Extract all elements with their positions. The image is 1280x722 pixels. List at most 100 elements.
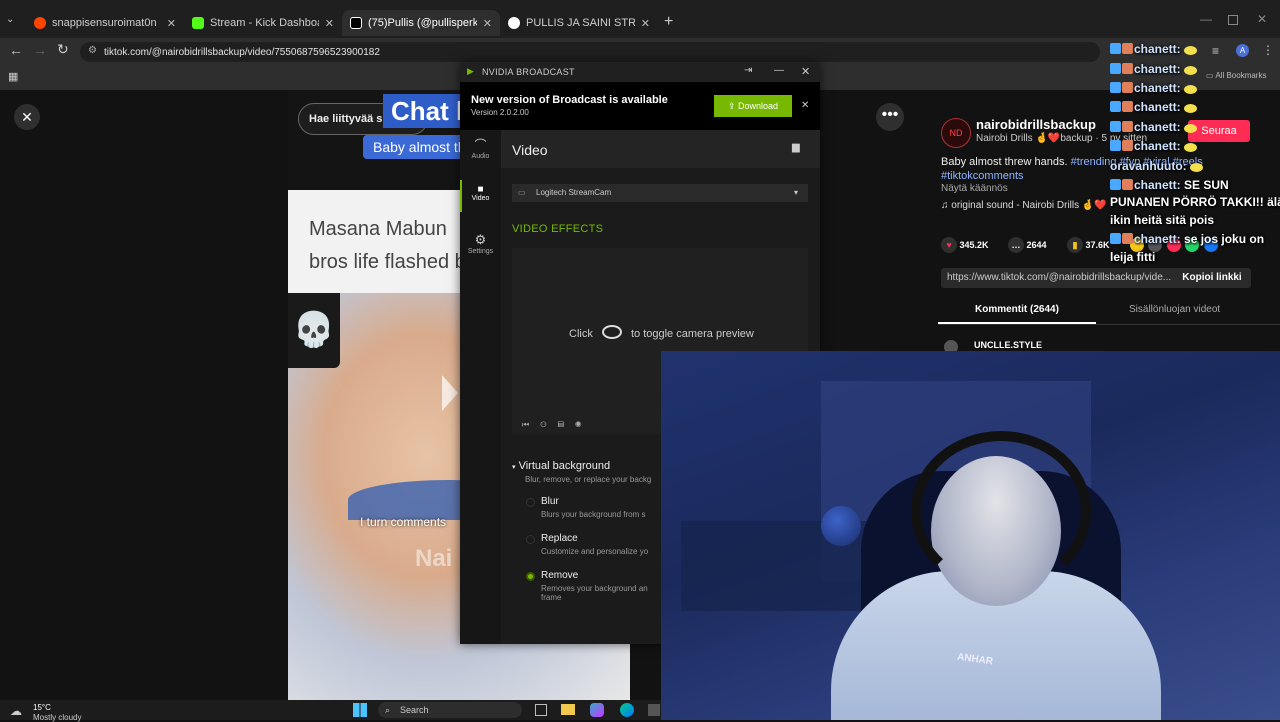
like-button[interactable]: ♥ 345.2K (941, 237, 989, 253)
vb-title: Virtual background (518, 460, 611, 472)
more-options-button[interactable]: ••• (876, 103, 904, 131)
creator-avatar[interactable]: ND (941, 118, 971, 148)
chat-msg: SE SUN (1184, 178, 1229, 192)
folder-icon: ▭ (1206, 71, 1214, 80)
creator-username[interactable]: nairobidrillsbackup (976, 117, 1096, 132)
back-arrow-icon[interactable]: ← (9, 42, 23, 58)
tab-2[interactable]: Stream - Kick Dashboard ✕ (184, 10, 342, 36)
eye-icon[interactable] (601, 325, 622, 339)
device-select[interactable]: ▭ Logitech StreamCam ▾ (512, 184, 808, 202)
copilot-icon[interactable] (590, 703, 604, 717)
nvidia-minimize-icon[interactable]: — (774, 65, 784, 76)
camera-icon: ■ (477, 184, 484, 195)
file-explorer-icon[interactable] (561, 704, 575, 715)
new-tab-plus-icon[interactable]: + (664, 13, 673, 31)
download-button[interactable]: ⇪ Download (714, 95, 792, 117)
close-video-button[interactable]: ✕ (14, 104, 40, 130)
nav-video[interactable]: ■ Video (460, 184, 501, 202)
task-view-icon[interactable] (535, 704, 547, 716)
follow-button[interactable]: Seuraa (1188, 120, 1250, 142)
close-icon[interactable]: ✕ (325, 17, 334, 30)
share-url-field[interactable]: https://www.tiktok.com/@nairobidrillsbac… (941, 268, 1173, 288)
comment-button[interactable]: … 2644 (1008, 237, 1047, 253)
update-version: Version 2.0.2.00 (471, 108, 529, 117)
close-icon[interactable]: ✕ (641, 17, 650, 30)
play-icon[interactable] (442, 375, 458, 411)
comment-username[interactable]: UNCLLE.STYLE (974, 340, 1042, 350)
copy-link-button[interactable]: Kopioi linkki (1173, 268, 1251, 288)
radio-remove-selected[interactable] (526, 572, 535, 581)
ball (821, 506, 861, 546)
menu-kebab-icon[interactable]: ⋮ (1262, 43, 1274, 57)
radio-blur[interactable] (526, 498, 535, 507)
chat-line-2: chanett: (1110, 62, 1197, 76)
share-url-text: https://www.tiktok.com/@nairobidrillsbac… (947, 272, 1172, 283)
url-field[interactable]: ⚙ tiktok.com/@nairobidrillsbackup/video/… (80, 42, 1100, 62)
emote-icon (1183, 104, 1197, 113)
user-badge-icon (1122, 43, 1133, 54)
tab-3[interactable]: (75)Pullis (@pullisperkele) | TikTok ✕ (342, 10, 500, 36)
nvidia-popout-icon[interactable]: ⇥ (744, 65, 752, 76)
nav-settings-label: Settings (467, 248, 494, 255)
maximize-icon[interactable] (1228, 15, 1238, 25)
tab-1[interactable]: snappisensuroimat0n ✕ (26, 10, 184, 36)
forward-arrow-icon[interactable]: → (33, 42, 47, 58)
nvidia-title-bar: ▶ NVIDIA BROADCAST ⇥ — ✕ (460, 62, 820, 82)
kick-badge-icon (1110, 179, 1121, 190)
video-subtitle-2: Nai (415, 545, 453, 572)
radio-replace[interactable] (526, 535, 535, 544)
tab-4[interactable]: PULLIS JA SAINI STREAM - Goo ✕ (500, 10, 658, 36)
save-button[interactable]: ▮ 37.6K (1067, 237, 1110, 253)
window-close-icon[interactable]: ✕ (1257, 12, 1267, 26)
all-bookmarks[interactable]: ▭ All Bookmarks (1206, 71, 1266, 80)
chevron-down-icon: ▾ (794, 188, 799, 197)
mirror-icon[interactable]: ⏮ (522, 420, 540, 429)
edge-icon[interactable] (620, 703, 634, 717)
sound-row[interactable]: ♫ original sound - Nairobi Drills 🤞❤️ (941, 200, 1107, 211)
minimize-icon[interactable]: — (1200, 12, 1212, 26)
user-badge-icon (1122, 179, 1133, 190)
nvidia-close-icon[interactable]: ✕ (801, 65, 810, 78)
banner-close-icon[interactable]: ✕ (801, 100, 809, 111)
emote-icon (1183, 85, 1197, 94)
url-text: tiktok.com/@nairobidrillsbackup/video/75… (104, 46, 380, 58)
chat-user: chanett: (1134, 81, 1181, 95)
emote-icon (1183, 143, 1197, 152)
taskbar-search[interactable]: ⌕ Search (378, 702, 522, 718)
preview-click-label: Click (569, 328, 593, 340)
video-subtitle-1: I turn comments (360, 515, 447, 529)
profile-avatar[interactable]: A (1236, 44, 1249, 57)
follow-label: Seuraa (1201, 125, 1237, 137)
image-icon[interactable]: ▤ (558, 420, 575, 429)
user-badge-icon (1122, 121, 1133, 132)
apps-grid-icon[interactable]: ▦ (8, 70, 18, 83)
chat-line-9: PUNANEN PÖRRÖ TAKKI!! älä (1110, 195, 1280, 209)
tab-creator-videos[interactable]: Sisällönluojan videot (1129, 304, 1220, 315)
emote-icon (1183, 66, 1197, 75)
nav-settings[interactable]: ⚙ Settings (460, 232, 501, 255)
translate-link[interactable]: Näytä käännös (941, 183, 1008, 194)
tab-4-label: PULLIS JA SAINI STREAM - Goo (526, 17, 635, 29)
windows-start-icon[interactable] (353, 703, 367, 717)
all-bookmarks-label: All Bookmarks (1215, 71, 1267, 80)
nav-audio[interactable]: ⌒ Audio (460, 136, 501, 160)
gear-icon: ⚙ (474, 232, 487, 247)
preview-eye-icon[interactable]: ◉ (575, 420, 592, 429)
site-info-icon[interactable]: ⚙ (88, 45, 97, 56)
description-text: Baby almost threw hands. (941, 156, 1068, 168)
tab-comments[interactable]: Kommentit (2644) (975, 304, 1059, 315)
feedback-icon[interactable]: ▆ (792, 142, 800, 153)
chat-line-12: leija fitti (1110, 250, 1155, 264)
taskbar: ☁ 15°C Mostly cloudy ⌕ Search (0, 700, 661, 722)
close-icon[interactable]: ✕ (167, 17, 176, 30)
user-badge-icon (1122, 233, 1133, 244)
tab-list-chevron-icon[interactable]: ⌄ (6, 14, 22, 30)
extensions-icon[interactable]: ≡ (1212, 44, 1219, 58)
store-icon[interactable] (648, 704, 660, 716)
webcam-icon: ▭ (518, 188, 526, 197)
chat-line-6: chanett: (1110, 139, 1197, 153)
people-icon[interactable]: ⚇ (540, 420, 557, 429)
chat-user: chanett: (1134, 42, 1181, 56)
reload-icon[interactable]: ↻ (57, 41, 69, 58)
close-icon[interactable]: ✕ (483, 17, 492, 30)
